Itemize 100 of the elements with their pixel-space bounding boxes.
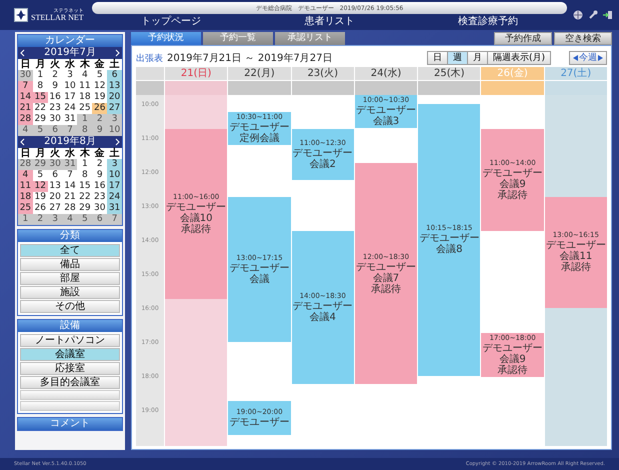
- calendar-day[interactable]: 18: [18, 192, 33, 203]
- calendar-day[interactable]: 3: [107, 159, 122, 170]
- calendar-day[interactable]: 6: [107, 70, 122, 81]
- equipment-item[interactable]: ノートパソコン: [20, 334, 120, 347]
- calendar-day[interactable]: 27: [107, 103, 122, 114]
- month-title: 2019年7月: [44, 47, 96, 58]
- event-user: デモユーザー: [229, 122, 290, 133]
- calendar-day[interactable]: 6: [48, 125, 63, 136]
- calendar-day[interactable]: 13: [107, 81, 122, 92]
- weekday-label: 土: [108, 59, 121, 70]
- action-button[interactable]: 予約作成: [494, 32, 552, 45]
- event-status: 承認待: [370, 284, 401, 294]
- event-user: デモユーザー: [482, 343, 543, 354]
- view-button[interactable]: 隔週表示(月): [486, 51, 551, 65]
- calendar-day[interactable]: 3: [48, 214, 63, 225]
- calendar-day[interactable]: 2: [32, 214, 48, 225]
- calendar-day[interactable]: 31: [62, 159, 78, 170]
- equipment-item[interactable]: 多目的会議室: [20, 376, 120, 389]
- calendar-day[interactable]: 30: [48, 159, 63, 170]
- calendar-day[interactable]: 6: [92, 214, 108, 225]
- view-button[interactable]: 週: [446, 51, 468, 65]
- all-day-band: [292, 81, 354, 95]
- prev-icon[interactable]: [20, 138, 25, 146]
- calendar-day[interactable]: 30: [18, 70, 33, 81]
- calendar-day[interactable]: 17: [107, 181, 122, 192]
- nav-link[interactable]: 検査診療予約: [408, 15, 567, 28]
- category-item[interactable]: 全て: [20, 244, 120, 257]
- calendar-day[interactable]: 26: [92, 103, 108, 114]
- calendar-day[interactable]: 31: [107, 203, 122, 214]
- equipment-item[interactable]: 会議室: [20, 348, 120, 361]
- view-button[interactable]: 日: [426, 51, 448, 65]
- event-title: 会議7: [372, 272, 400, 284]
- weekday-label: 金: [94, 59, 106, 70]
- calendar-day[interactable]: 28: [18, 159, 33, 170]
- weekday-label: 木: [78, 59, 91, 70]
- wrench-icon[interactable]: [588, 10, 598, 20]
- weekday-label: 木: [78, 148, 91, 159]
- next-icon[interactable]: [115, 138, 120, 146]
- category-item[interactable]: 部屋: [20, 272, 120, 285]
- calendar-day[interactable]: 7: [62, 125, 78, 136]
- event-title: 会議9: [499, 179, 526, 190]
- calendar-day[interactable]: 15: [32, 92, 48, 103]
- event-user: デモユーザー: [166, 202, 226, 213]
- event-user: デモユーザー: [229, 262, 290, 274]
- calendar-day[interactable]: 25: [18, 203, 33, 214]
- calendar-day[interactable]: 21: [18, 103, 33, 114]
- calendar-day[interactable]: 2: [92, 114, 108, 125]
- exit-icon[interactable]: [603, 10, 613, 20]
- weekday-label: 水: [64, 59, 76, 70]
- event-status: 承認待: [498, 190, 528, 201]
- calendar-day[interactable]: 16: [48, 92, 63, 103]
- calendar-day[interactable]: 29: [32, 159, 48, 170]
- month-title: 2019年8月: [44, 136, 96, 148]
- calendar-day[interactable]: 1: [18, 214, 33, 225]
- view-button[interactable]: 月: [466, 51, 488, 65]
- prev-icon[interactable]: [20, 49, 25, 57]
- weekday-label: 土: [108, 148, 121, 159]
- weekday-label: 月: [34, 148, 46, 159]
- link[interactable]: 出張表: [136, 52, 163, 64]
- calendar-day[interactable]: 28: [18, 114, 33, 125]
- equipment-item[interactable]: 応接室: [20, 362, 120, 375]
- weekday-label: 水: [64, 148, 76, 159]
- calendar-day[interactable]: 11: [18, 181, 33, 192]
- day-header: 23(火): [292, 67, 354, 81]
- event-status: 承認待: [560, 262, 591, 274]
- panel-title: 分類: [18, 230, 122, 242]
- action-button[interactable]: 空き検索: [554, 32, 612, 45]
- event-user: デモユーザー: [482, 168, 543, 179]
- calendar-day[interactable]: 7: [107, 214, 122, 225]
- event-status: 承認待: [181, 224, 212, 235]
- calendar-day[interactable]: 20: [107, 92, 122, 103]
- nav-link[interactable]: トップページ: [92, 15, 250, 28]
- category-item[interactable]: 備品: [20, 258, 120, 271]
- calendar-day[interactable]: 5: [77, 214, 92, 225]
- calendar-day[interactable]: 10: [107, 170, 122, 181]
- calendar-day[interactable]: 14: [18, 92, 33, 103]
- calendar-day[interactable]: 24: [107, 192, 122, 203]
- globe-icon[interactable]: [573, 10, 583, 20]
- calendar-day[interactable]: 9: [92, 125, 108, 136]
- calendar-day[interactable]: 4: [62, 214, 78, 225]
- nav-link[interactable]: 患者リスト: [250, 15, 409, 28]
- calendar-day[interactable]: 4: [18, 125, 33, 136]
- calendar-day[interactable]: 8: [77, 125, 92, 136]
- calendar-day[interactable]: 12: [32, 181, 48, 192]
- calendar-day[interactable]: 5: [32, 125, 48, 136]
- calendar-day[interactable]: 3: [107, 114, 122, 125]
- calendar-day[interactable]: 4: [18, 170, 33, 181]
- next-icon[interactable]: [115, 49, 120, 57]
- calendar-day[interactable]: 25: [77, 103, 92, 114]
- calendar-day[interactable]: 1: [77, 114, 92, 125]
- calendar-day[interactable]: 31: [62, 114, 78, 125]
- this-week-button[interactable]: 今週: [569, 51, 607, 65]
- event-user: デモユーザー: [419, 233, 480, 244]
- calendar-day[interactable]: 13: [48, 181, 63, 192]
- calendar-day[interactable]: 7: [18, 81, 33, 92]
- category-item[interactable]: 施設: [20, 286, 120, 299]
- event-title: 会議: [249, 274, 270, 285]
- category-item[interactable]: その他: [20, 300, 120, 313]
- calendar-day[interactable]: 10: [107, 125, 122, 136]
- day-header: 21(日): [165, 67, 228, 81]
